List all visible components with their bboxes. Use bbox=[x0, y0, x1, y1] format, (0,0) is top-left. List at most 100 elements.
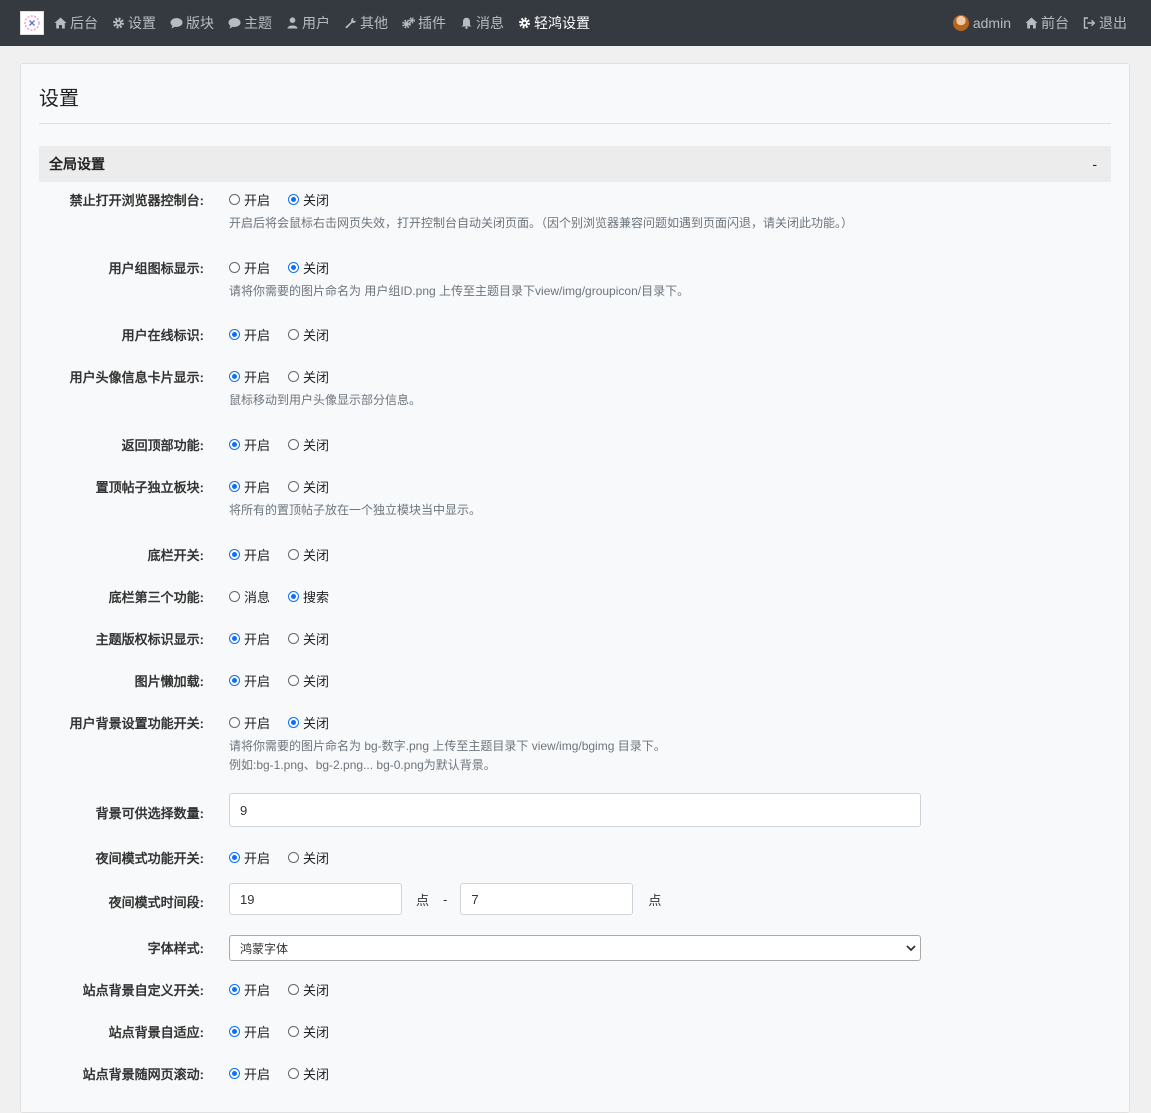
radio-label: 关闭 bbox=[303, 261, 330, 276]
setting-field: 开启 关闭 bbox=[229, 848, 347, 867]
radio-option[interactable]: 开启 bbox=[229, 713, 270, 732]
radio-button[interactable] bbox=[288, 194, 300, 205]
radio-option[interactable]: 开启 bbox=[229, 477, 270, 496]
radio-option[interactable]: 搜索 bbox=[288, 587, 329, 606]
radio-button[interactable] bbox=[288, 262, 300, 273]
radio-option[interactable]: 关闭 bbox=[288, 1064, 329, 1083]
radio-button[interactable] bbox=[288, 481, 300, 492]
nav-item-8[interactable]: 轻鸿设置 bbox=[518, 13, 590, 33]
radio-option[interactable]: 关闭 bbox=[288, 367, 329, 386]
main-nav: 后台 设置 版块 主题 用户 其他 插件 消息 轻鸿设置 bbox=[54, 13, 604, 33]
setting-label: 底栏第三个功能: bbox=[108, 590, 204, 605]
radio-button[interactable] bbox=[229, 371, 240, 382]
logout-link[interactable]: 退出 bbox=[1083, 13, 1127, 33]
nav-item-6[interactable]: 插件 bbox=[402, 13, 446, 33]
radio-button[interactable] bbox=[229, 633, 240, 644]
setting-label: 用户组图标显示: bbox=[108, 261, 204, 276]
user-menu[interactable]: admin bbox=[952, 15, 1011, 31]
radio-option[interactable]: 关闭 bbox=[288, 980, 329, 999]
radio-label: 关闭 bbox=[303, 548, 330, 563]
radio-option[interactable]: 关闭 bbox=[288, 477, 329, 496]
radio-button[interactable] bbox=[288, 549, 300, 560]
radio-option[interactable]: 开启 bbox=[229, 980, 270, 999]
radio-option[interactable]: 开启 bbox=[229, 1022, 270, 1041]
radio-button[interactable] bbox=[288, 591, 300, 602]
radio-button[interactable] bbox=[229, 329, 240, 340]
night-start-input[interactable] bbox=[229, 883, 402, 915]
radio-button[interactable] bbox=[229, 549, 240, 560]
radio-option[interactable]: 关闭 bbox=[288, 629, 329, 648]
section-collapse-toggle[interactable]: - bbox=[1092, 156, 1097, 172]
radio-option[interactable]: 开启 bbox=[229, 258, 270, 277]
radio-button[interactable] bbox=[229, 675, 240, 686]
radio-option[interactable]: 关闭 bbox=[288, 1022, 329, 1041]
radio-label: 开启 bbox=[244, 480, 271, 495]
radio-option[interactable]: 关闭 bbox=[288, 671, 329, 690]
radio-button[interactable] bbox=[229, 717, 240, 728]
radio-option[interactable]: 开启 bbox=[229, 325, 270, 344]
radio-option[interactable]: 开启 bbox=[229, 671, 270, 690]
radio-option[interactable]: 开启 bbox=[229, 848, 270, 867]
radio-button[interactable] bbox=[229, 194, 240, 205]
nav-item-7[interactable]: 消息 bbox=[460, 13, 504, 33]
setting-field: 开启 关闭 bbox=[229, 258, 347, 277]
radio-button[interactable] bbox=[288, 1068, 300, 1079]
nav-item-5[interactable]: 其他 bbox=[344, 13, 388, 33]
radio-button[interactable] bbox=[288, 1026, 300, 1037]
radio-option[interactable]: 开启 bbox=[229, 367, 270, 386]
radio-option[interactable]: 关闭 bbox=[288, 848, 329, 867]
nav-item-label: 后台 bbox=[70, 15, 98, 31]
radio-option[interactable]: 开启 bbox=[229, 629, 270, 648]
radio-option[interactable]: 开启 bbox=[229, 545, 270, 564]
nav-item-0[interactable]: 后台 bbox=[54, 13, 98, 33]
radio-button[interactable] bbox=[229, 439, 240, 450]
home-icon bbox=[54, 17, 67, 29]
radio-button[interactable] bbox=[288, 439, 300, 450]
nav-item-label: 其他 bbox=[360, 15, 388, 31]
radio-button[interactable] bbox=[288, 371, 300, 382]
radio-option[interactable]: 关闭 bbox=[288, 713, 329, 732]
front-link[interactable]: 前台 bbox=[1025, 13, 1069, 33]
radio-option[interactable]: 关闭 bbox=[288, 325, 329, 344]
radio-button[interactable] bbox=[229, 1068, 240, 1079]
gear-icon bbox=[113, 17, 124, 29]
radio-option[interactable]: 关闭 bbox=[288, 435, 329, 454]
nav-item-3[interactable]: 主题 bbox=[228, 13, 272, 33]
bell-icon bbox=[461, 17, 472, 29]
radio-option[interactable]: 开启 bbox=[229, 1064, 270, 1083]
wrench-icon bbox=[345, 17, 357, 29]
nav-item-1[interactable]: 设置 bbox=[112, 13, 156, 33]
bg-count-input[interactable] bbox=[229, 793, 921, 827]
radio-option[interactable]: 关闭 bbox=[288, 258, 329, 277]
radio-button[interactable] bbox=[288, 984, 300, 995]
radio-button[interactable] bbox=[229, 262, 240, 273]
radio-button[interactable] bbox=[229, 852, 240, 863]
radio-option[interactable]: 开启 bbox=[229, 435, 270, 454]
radio-button[interactable] bbox=[229, 1026, 240, 1037]
radio-option[interactable]: 开启 bbox=[229, 190, 270, 209]
site-logo[interactable] bbox=[20, 11, 44, 35]
radio-option[interactable]: 关闭 bbox=[288, 190, 329, 209]
radio-label: 开启 bbox=[244, 193, 271, 208]
radio-button[interactable] bbox=[288, 717, 300, 728]
setting-help-text: 请将你需要的图片命名为 用户组ID.png 上传至主题目录下view/img/g… bbox=[229, 282, 689, 301]
setting-label: 返回顶部功能: bbox=[121, 438, 204, 453]
section-header[interactable]: 全局设置 - bbox=[39, 146, 1111, 182]
radio-option[interactable]: 关闭 bbox=[288, 545, 329, 564]
nav-item-4[interactable]: 用户 bbox=[286, 13, 330, 33]
radio-button[interactable] bbox=[288, 329, 300, 340]
radio-button[interactable] bbox=[288, 852, 300, 863]
radio-label: 关闭 bbox=[303, 193, 330, 208]
radio-button[interactable] bbox=[288, 633, 300, 644]
radio-button[interactable] bbox=[288, 675, 300, 686]
radio-button[interactable] bbox=[229, 984, 240, 995]
night-end-input[interactable] bbox=[460, 883, 634, 915]
radio-button[interactable] bbox=[229, 591, 240, 602]
setting-field: 开启 关闭 bbox=[229, 190, 347, 209]
setting-label: 置顶帖子独立板块: bbox=[95, 480, 204, 495]
radio-label: 关闭 bbox=[303, 438, 330, 453]
nav-item-2[interactable]: 版块 bbox=[170, 13, 214, 33]
radio-option[interactable]: 消息 bbox=[229, 587, 270, 606]
font-style-select[interactable]: 鸿蒙字体 bbox=[229, 935, 921, 961]
radio-button[interactable] bbox=[229, 481, 240, 492]
